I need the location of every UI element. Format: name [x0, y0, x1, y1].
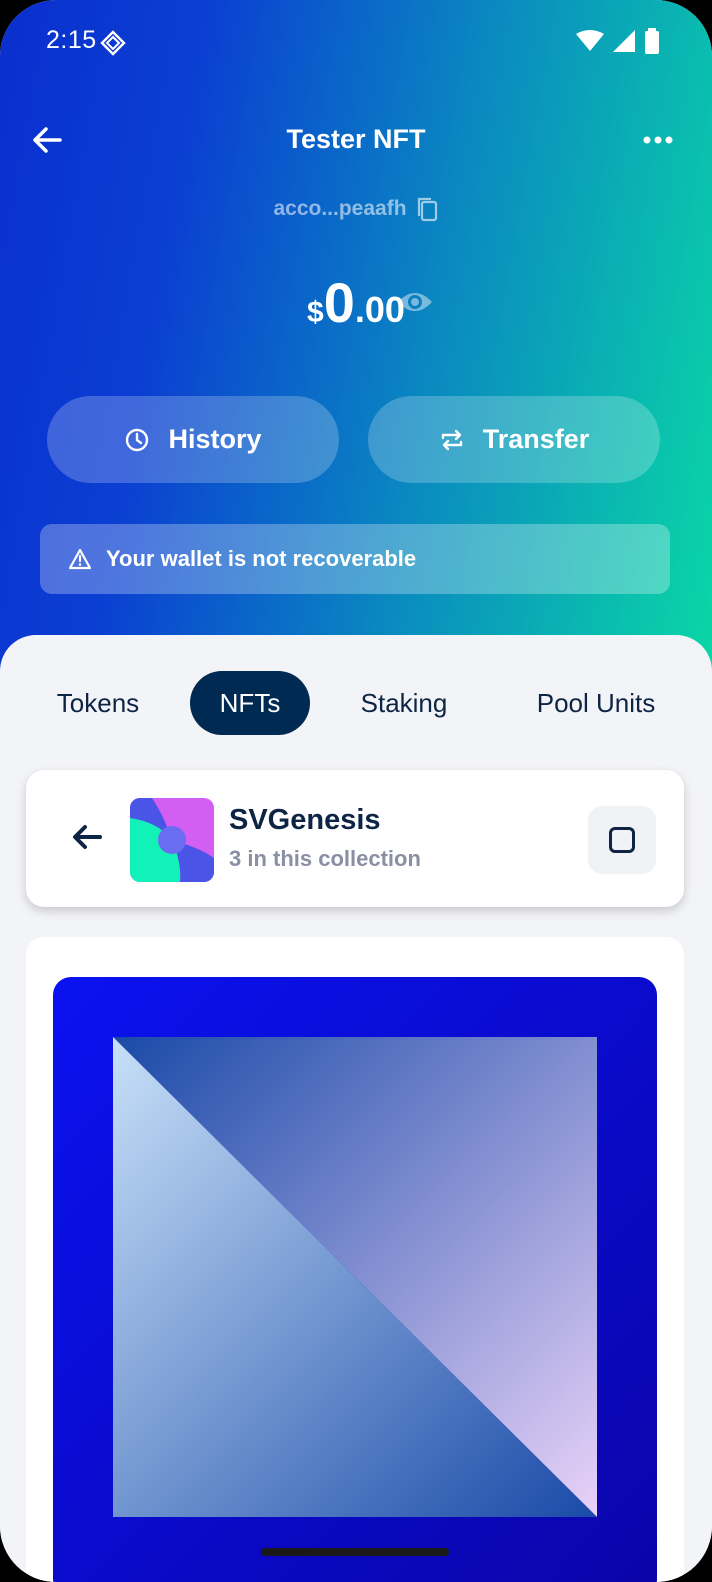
collection-header-card[interactable]: SVGenesis 3 in this collection [26, 770, 684, 907]
app-notification-icon [100, 30, 126, 56]
collection-thumbnail [130, 798, 214, 882]
battery-icon [645, 28, 659, 54]
collection-count: 3 in this collection [229, 846, 421, 871]
warning-text: Your wallet is not recoverable [106, 546, 417, 571]
account-address[interactable]: acco...peaafh [0, 196, 712, 222]
copy-icon[interactable] [415, 196, 439, 222]
page-title: Tester NFT [286, 124, 426, 154]
status-time: 2:15 [46, 26, 97, 54]
balance-integer: 0 [323, 271, 355, 334]
warning-icon [68, 548, 92, 570]
tab-pool-units[interactable]: Pool Units [510, 671, 682, 735]
balance-currency: $ [307, 296, 324, 329]
tab-tokens[interactable]: Tokens [30, 671, 166, 735]
wallet-header: 2:15 Tester NFT acco...peaafh $ 0 .00 Hi… [0, 0, 712, 700]
assets-sheet: Tokens NFTs Staking Pool Units SVGenesis… [0, 635, 712, 1582]
transfer-icon [441, 429, 462, 450]
checkbox-icon [609, 827, 635, 853]
top-bar: Tester NFT [0, 110, 712, 170]
tab-nfts[interactable]: NFTs [190, 671, 310, 735]
transfer-button[interactable]: Transfer [368, 396, 660, 483]
tab-staking[interactable]: Staking [338, 671, 470, 735]
status-bar: 2:15 [0, 22, 712, 62]
status-icons [576, 28, 660, 54]
eye-icon[interactable] [396, 288, 434, 316]
more-icon[interactable] [642, 130, 674, 150]
wifi-icon [576, 30, 604, 51]
transfer-label: Transfer [482, 424, 590, 454]
screen: 2:15 Tester NFT acco...peaafh $ 0 .00 Hi… [0, 0, 712, 1582]
home-indicator[interactable] [261, 1548, 449, 1556]
nft-image[interactable] [53, 977, 657, 1582]
history-label: History [168, 424, 262, 454]
asset-tabs: Tokens NFTs Staking Pool Units [0, 671, 712, 735]
signal-icon [613, 30, 635, 52]
clock-icon [126, 428, 149, 451]
collapse-arrow-icon[interactable] [70, 822, 104, 852]
nft-card[interactable] [26, 937, 684, 1582]
total-balance: $ 0 .00 [0, 270, 712, 335]
history-button[interactable]: History [47, 396, 339, 483]
account-address-text: acco...peaafh [273, 197, 407, 220]
select-collection-checkbox[interactable] [588, 806, 656, 874]
collection-name: SVGenesis [229, 804, 381, 836]
recovery-warning-banner[interactable]: Your wallet is not recoverable [40, 524, 670, 594]
